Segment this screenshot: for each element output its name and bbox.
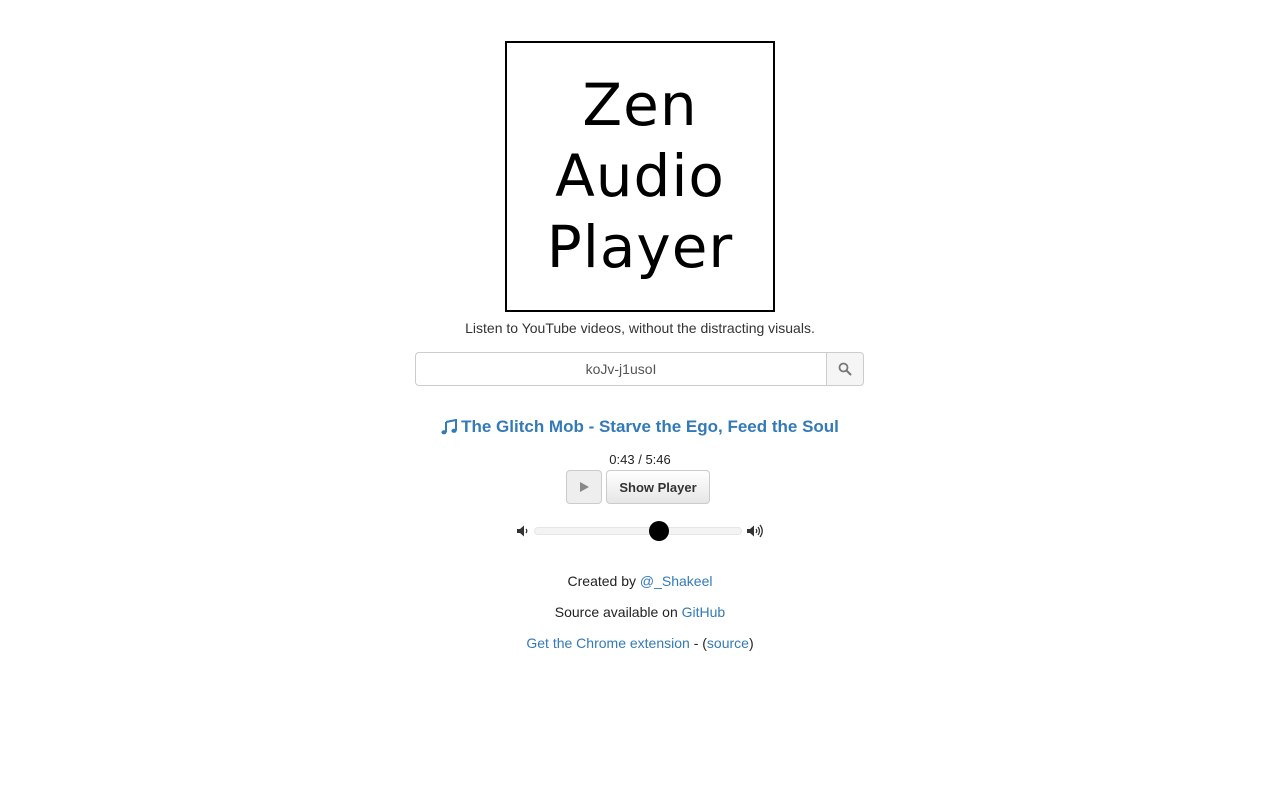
extension-source-link[interactable]: source	[707, 635, 749, 651]
play-button[interactable]	[566, 470, 602, 504]
logo-line-1: Zen	[582, 71, 698, 139]
music-note-icon	[441, 419, 458, 435]
volume-low-icon	[517, 525, 528, 537]
footer-source: Source available on GitHub	[0, 604, 1280, 620]
volume-slider-thumb[interactable]	[648, 521, 669, 541]
github-link[interactable]: GitHub	[682, 604, 726, 620]
extension-close: )	[748, 635, 754, 651]
song-title: The Glitch Mob - Starve the Ego, Feed th…	[0, 417, 1280, 437]
logo: Zen Audio Player	[505, 41, 775, 312]
time-display: 0:43 / 5:46	[0, 452, 1280, 467]
chrome-extension-link[interactable]: Get the Chrome extension	[526, 635, 689, 651]
search-input[interactable]	[415, 352, 826, 386]
duration: 5:46	[645, 452, 671, 467]
volume-high-icon	[747, 524, 763, 538]
search-icon	[838, 362, 852, 376]
created-by-text: Created by	[567, 573, 636, 589]
show-player-button[interactable]: Show Player	[606, 470, 710, 504]
footer-extension: Get the Chrome extension - (source)	[0, 635, 1280, 651]
search-button[interactable]	[826, 352, 864, 386]
tagline: Listen to YouTube videos, without the di…	[465, 320, 815, 336]
author-link[interactable]: @_Shakeel	[640, 573, 713, 589]
footer-created-by: Created by @_Shakeel	[0, 573, 1280, 589]
player-controls: Show Player	[566, 470, 710, 504]
page: Zen Audio Player Listen to YouTube video…	[0, 0, 1280, 802]
time-separator: /	[638, 452, 642, 467]
volume-slider[interactable]	[534, 521, 742, 541]
source-text: Source available on	[554, 604, 678, 620]
extension-dash: - (	[693, 635, 707, 651]
logo-line-3: Player	[546, 213, 734, 281]
logo-line-2: Audio	[555, 142, 725, 210]
current-time: 0:43	[609, 452, 635, 467]
play-icon	[580, 482, 589, 492]
search-group	[415, 352, 864, 386]
song-title-link[interactable]: The Glitch Mob - Starve the Ego, Feed th…	[461, 417, 839, 437]
volume-control	[516, 521, 764, 541]
